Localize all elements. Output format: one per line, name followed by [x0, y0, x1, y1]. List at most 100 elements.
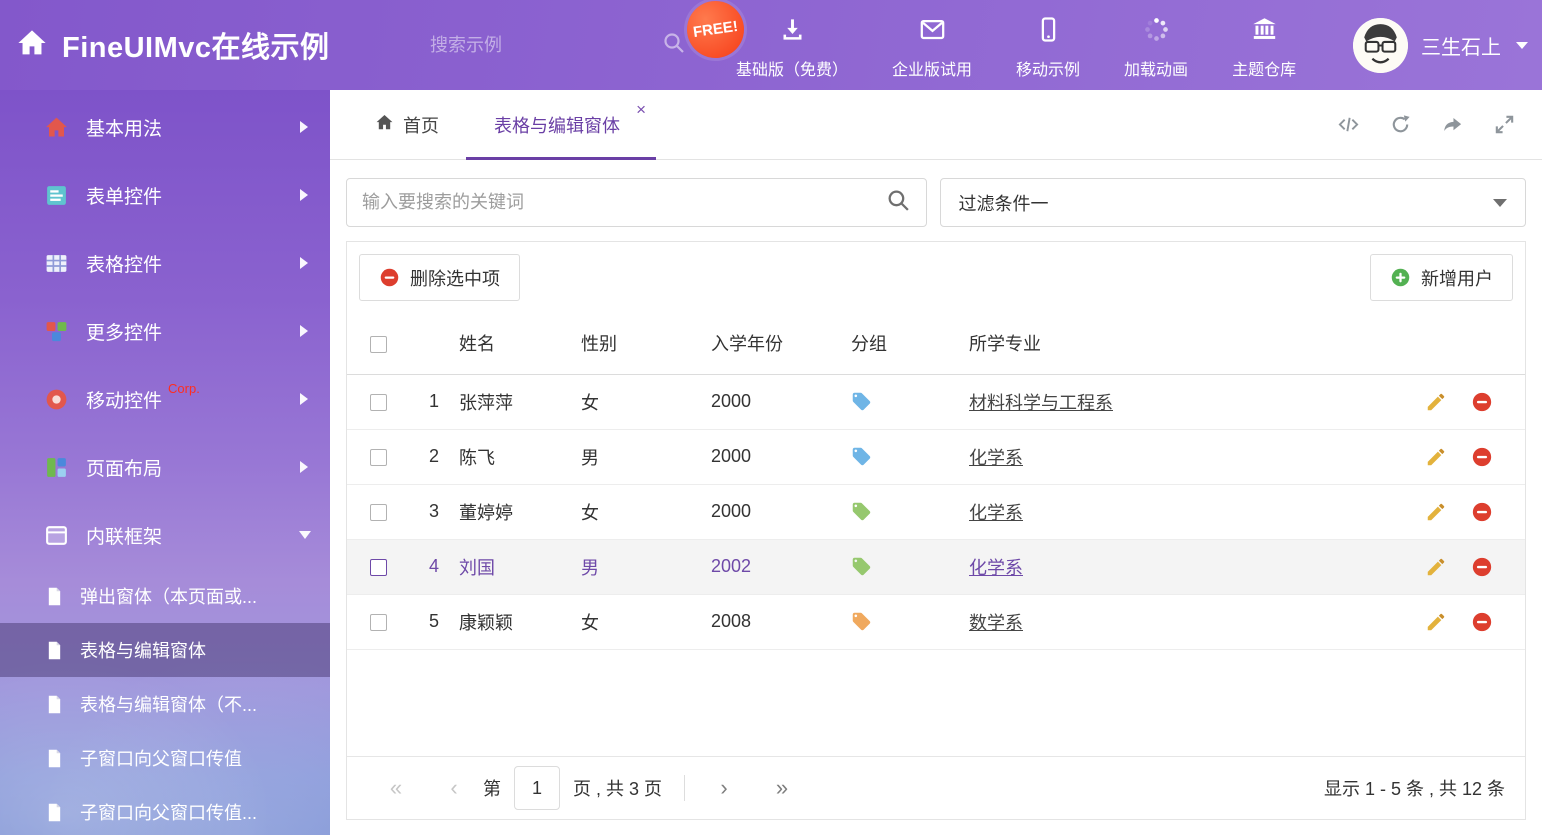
- search-icon[interactable]: [886, 188, 911, 218]
- sidebar-item-more-controls[interactable]: 更多控件: [0, 297, 330, 365]
- sidebar-subitem-grid-edit-window[interactable]: 表格与编辑窗体: [0, 623, 330, 677]
- sidebar-item-form-controls[interactable]: 表单控件: [0, 161, 330, 229]
- sidebar-item-label: 基本用法: [86, 114, 162, 141]
- layout-icon: [44, 455, 69, 480]
- sidebar-subitem-label: 表格与编辑窗体: [80, 637, 206, 663]
- row-number: 3: [409, 484, 459, 539]
- sidebar-item-label: 表格控件: [86, 250, 162, 277]
- sidebar-item-label: 表单控件: [86, 182, 162, 209]
- page-number-input[interactable]: [514, 766, 560, 810]
- table-row-selected[interactable]: 4 刘国 男 2002 化学系: [347, 539, 1525, 594]
- search-icon[interactable]: [662, 31, 686, 60]
- close-icon[interactable]: ×: [636, 101, 646, 118]
- delete-icon[interactable]: [1471, 501, 1493, 523]
- delete-icon[interactable]: [1471, 446, 1493, 468]
- row-number: 5: [409, 594, 459, 649]
- plus-circle-icon: [1390, 267, 1411, 288]
- chevron-down-icon: [1493, 199, 1507, 207]
- edit-icon[interactable]: [1425, 611, 1447, 633]
- major-link[interactable]: 化学系: [969, 558, 1023, 578]
- delete-icon[interactable]: [1471, 556, 1493, 578]
- column-header-actions: [1407, 313, 1525, 374]
- column-header-name: 姓名: [459, 313, 581, 374]
- sidebar-item-page-layout[interactable]: 页面布局: [0, 433, 330, 501]
- major-link[interactable]: 化学系: [969, 503, 1023, 523]
- nav-label: 主题仓库: [1232, 56, 1296, 80]
- pagination-bar: « ‹ 第 页 , 共 3 页 › » 显示 1 - 5 条 , 共 12 条: [347, 756, 1525, 819]
- filter-row: 过滤条件一: [346, 178, 1526, 227]
- sidebar-item-iframe[interactable]: 内联框架: [0, 501, 330, 569]
- prev-page-button[interactable]: ‹: [425, 775, 483, 801]
- cell-name: 张萍萍: [459, 374, 581, 429]
- major-link[interactable]: 化学系: [969, 448, 1023, 468]
- sidebar-subitem-grid-edit-window-alt[interactable]: 表格与编辑窗体（不...: [0, 677, 330, 731]
- major-link[interactable]: 材料科学与工程系: [969, 393, 1113, 413]
- refresh-icon[interactable]: [1389, 113, 1412, 136]
- major-link[interactable]: 数学系: [969, 613, 1023, 633]
- source-code-icon[interactable]: [1337, 113, 1360, 136]
- sidebar-item-grid-controls[interactable]: 表格控件: [0, 229, 330, 297]
- page-suffix-label: 页 , 共 3 页: [573, 775, 662, 801]
- row-checkbox[interactable]: [370, 559, 387, 576]
- nav-item-enterprise-trial[interactable]: 企业版试用: [870, 0, 994, 90]
- edit-icon[interactable]: [1425, 501, 1447, 523]
- tab-home[interactable]: 首页: [348, 90, 466, 159]
- file-icon: [44, 586, 65, 607]
- cell-gender: 女: [581, 594, 711, 649]
- cell-year: 2000: [711, 429, 851, 484]
- row-checkbox[interactable]: [370, 394, 387, 411]
- table-row[interactable]: 2 陈飞 男 2000 化学系: [347, 429, 1525, 484]
- column-header-major: 所学专业: [969, 313, 1407, 374]
- header-search-input[interactable]: [430, 35, 662, 56]
- nav-item-theme-store[interactable]: 主题仓库: [1210, 0, 1318, 90]
- filter-dropdown[interactable]: 过滤条件一: [940, 178, 1527, 227]
- expand-icon[interactable]: [1493, 113, 1516, 136]
- minus-circle-icon: [379, 267, 400, 288]
- nav-label: 移动示例: [1016, 56, 1080, 80]
- row-checkbox[interactable]: [370, 614, 387, 631]
- cell-year: 2000: [711, 484, 851, 539]
- delete-selected-button[interactable]: 删除选中项: [359, 254, 520, 301]
- cell-name: 刘国: [459, 539, 581, 594]
- app-logo[interactable]: FineUIMvc在线示例: [16, 0, 330, 90]
- nav-item-loading-anim[interactable]: 加载动画: [1102, 0, 1210, 90]
- cell-gender: 男: [581, 429, 711, 484]
- last-page-button[interactable]: »: [753, 775, 811, 801]
- next-page-button[interactable]: ›: [695, 775, 753, 801]
- file-icon: [44, 694, 65, 715]
- delete-icon[interactable]: [1471, 611, 1493, 633]
- home-icon: [16, 27, 48, 64]
- table-row[interactable]: 1 张萍萍 女 2000 材料科学与工程系: [347, 374, 1525, 429]
- edit-icon[interactable]: [1425, 391, 1447, 413]
- tab-grid-edit-window[interactable]: 表格与编辑窗体 ×: [466, 90, 656, 159]
- window-frame-icon: [44, 523, 69, 548]
- select-all-checkbox[interactable]: [370, 336, 387, 353]
- add-user-button[interactable]: 新增用户: [1370, 254, 1513, 301]
- nav-label: 基础版（免费）: [736, 56, 848, 80]
- sidebar-item-basic-usage[interactable]: 基本用法: [0, 93, 330, 161]
- share-icon[interactable]: [1441, 113, 1464, 136]
- edit-icon[interactable]: [1425, 446, 1447, 468]
- first-page-button[interactable]: «: [367, 775, 425, 801]
- row-checkbox[interactable]: [370, 504, 387, 521]
- avatar: [1353, 18, 1408, 73]
- user-menu[interactable]: 三生石上: [1353, 0, 1528, 90]
- cell-gender: 女: [581, 374, 711, 429]
- table-row[interactable]: 3 董婷婷 女 2000 化学系: [347, 484, 1525, 539]
- button-label: 删除选中项: [410, 265, 500, 291]
- sidebar-subitem-child-to-parent-alt[interactable]: 子窗口向父窗口传值...: [0, 785, 330, 835]
- sidebar-subitem-child-to-parent[interactable]: 子窗口向父窗口传值: [0, 731, 330, 785]
- tag-icon: [851, 391, 872, 412]
- row-number: 4: [409, 539, 459, 594]
- cell-gender: 女: [581, 484, 711, 539]
- nav-item-mobile-demo[interactable]: 移动示例: [994, 0, 1102, 90]
- sidebar-subitem-label: 子窗口向父窗口传值: [80, 745, 242, 771]
- sidebar-item-mobile-controls[interactable]: 移动控件 Corp.: [0, 365, 330, 433]
- keyword-search-input[interactable]: [362, 192, 886, 213]
- sidebar-subitem-label: 弹出窗体（本页面或...: [80, 583, 257, 609]
- row-checkbox[interactable]: [370, 449, 387, 466]
- edit-icon[interactable]: [1425, 556, 1447, 578]
- sidebar-subitem-popup-window[interactable]: 弹出窗体（本页面或...: [0, 569, 330, 623]
- table-row[interactable]: 5 康颖颖 女 2008 数学系: [347, 594, 1525, 649]
- delete-icon[interactable]: [1471, 391, 1493, 413]
